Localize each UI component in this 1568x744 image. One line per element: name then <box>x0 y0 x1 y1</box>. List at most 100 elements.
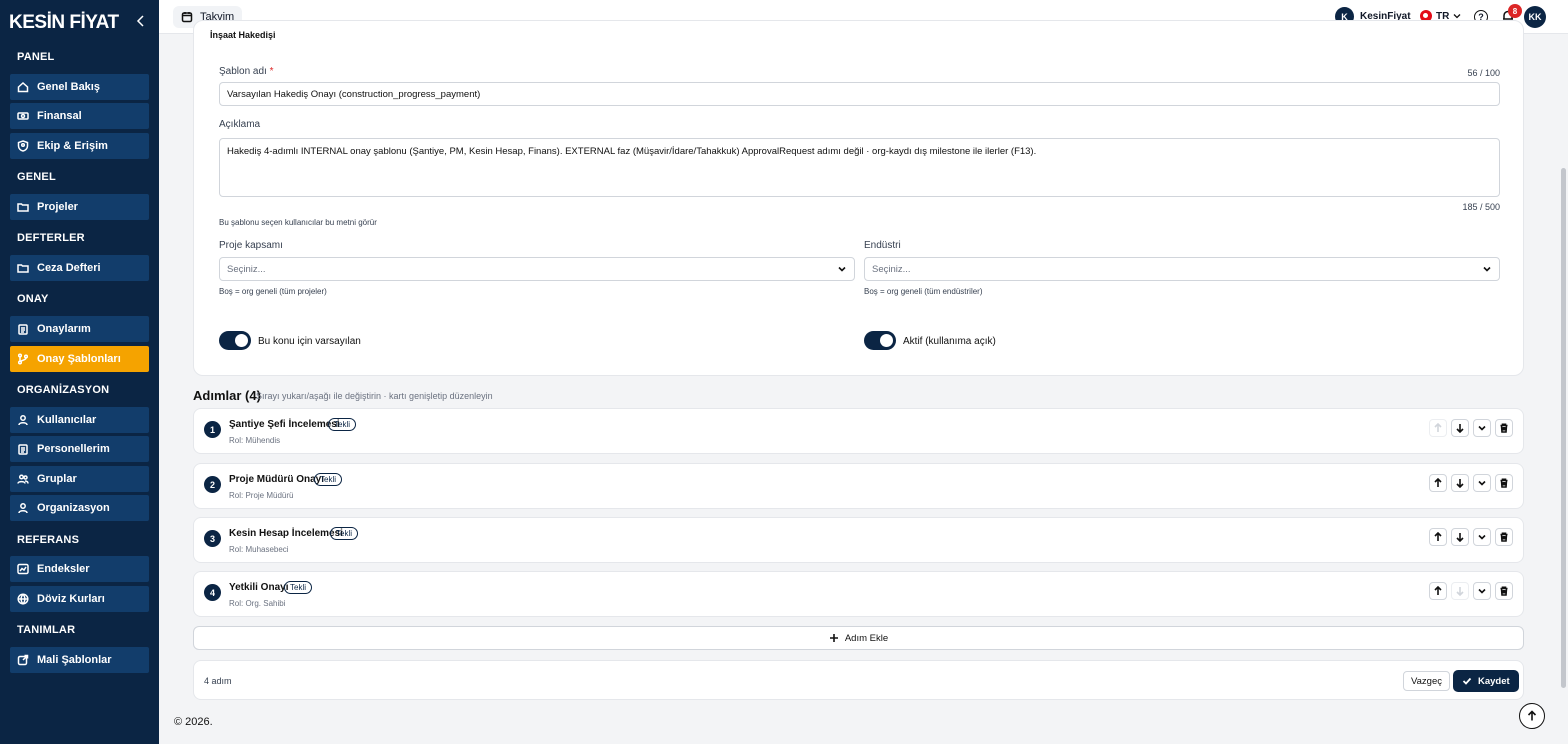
sidebar-item-mali-sablonlar[interactable]: Mali Şablonlar <box>10 647 149 673</box>
sidebar-item-organizasyon[interactable]: Organizasyon <box>10 495 149 521</box>
step-role: Rol: Muhasebeci <box>229 545 289 554</box>
sidebar-item-genel-bakis[interactable]: Genel Bakış <box>10 74 149 100</box>
step-card[interactable]: 2 Proje Müdürü Onayı Tekli Rol: Proje Mü… <box>193 463 1524 509</box>
move-down-button[interactable] <box>1451 528 1469 546</box>
steps-title: Adımlar (4) <box>193 388 261 403</box>
sidebar-item-label: Döviz Kurları <box>37 593 105 605</box>
industry-label: Endüstri <box>864 240 901 251</box>
sidebar-item-gruplar[interactable]: Gruplar <box>10 466 149 492</box>
move-up-button[interactable] <box>1429 582 1447 600</box>
sidebar-item-onay-sablonlari[interactable]: Onay Şablonları <box>10 346 149 372</box>
chevron-down-icon <box>1478 588 1486 594</box>
arrow-down-icon <box>1456 479 1464 488</box>
move-up-button[interactable] <box>1429 528 1447 546</box>
form-actions-bar: 4 adım Vazgeç Kaydet <box>193 660 1524 700</box>
user-icon <box>18 415 28 426</box>
trash-icon <box>1500 478 1508 488</box>
active-toggle[interactable] <box>864 331 896 350</box>
calendar-icon <box>181 12 193 23</box>
cancel-button[interactable]: Vazgeç <box>1403 671 1450 691</box>
expand-button[interactable] <box>1473 528 1491 546</box>
template-name-label: Şablon adı * <box>219 66 274 77</box>
sidebar-item-projeler[interactable]: Projeler <box>10 194 149 220</box>
user-avatar[interactable]: KK <box>1524 6 1546 28</box>
required-marker: * <box>269 66 274 77</box>
step-card[interactable]: 3 Kesin Hesap İncelemesi Tekli Rol: Muha… <box>193 517 1524 563</box>
description-textarea[interactable]: Hakediş 4-adımlı INTERNAL onay şablonu (… <box>219 138 1500 197</box>
chevron-down-icon <box>1453 14 1461 19</box>
delete-button[interactable] <box>1495 419 1513 437</box>
sidebar-item-ceza-defteri[interactable]: Ceza Defteri <box>10 255 149 281</box>
sidebar-item-ekip-erisim[interactable]: Ekip & Erişim <box>10 133 149 159</box>
branch-icon <box>17 353 29 365</box>
sidebar-item-label: Kullanıcılar <box>37 414 97 426</box>
section-defterler: DEFTERLER <box>17 232 85 244</box>
delete-button[interactable] <box>1495 528 1513 546</box>
expand-button[interactable] <box>1473 582 1491 600</box>
step-card[interactable]: 4 Yetkili Onayı Tekli Rol: Org. Sahibi <box>193 571 1524 617</box>
step-number: 2 <box>204 476 221 493</box>
step-type-badge: Tekli <box>330 527 359 540</box>
brand-logo[interactable]: KESİN FİYAT <box>9 12 119 34</box>
step-number: 4 <box>204 584 221 601</box>
description-label: Açıklama <box>219 119 261 130</box>
sidebar-item-endeksler[interactable]: Endeksler <box>10 556 149 582</box>
step-number: 1 <box>204 421 221 438</box>
plus-icon <box>829 634 838 642</box>
sidebar-item-personellerim[interactable]: Personellerim <box>10 436 149 462</box>
scroll-to-top-button[interactable] <box>1519 703 1545 729</box>
template-name-input[interactable]: Varsayılan Hakediş Onayı (construction_p… <box>219 82 1500 106</box>
move-up-button[interactable] <box>1429 419 1447 437</box>
sidebar-item-onaylarim[interactable]: Onaylarım <box>10 316 149 342</box>
trash-icon <box>1500 586 1508 596</box>
sidebar-item-label: Gruplar <box>37 473 77 485</box>
step-type-badge: Tekli <box>284 581 313 594</box>
arrow-up-icon <box>1527 710 1537 721</box>
delete-button[interactable] <box>1495 582 1513 600</box>
sidebar-item-label: Endeksler <box>37 563 90 575</box>
default-toggle-label: Bu konu için varsayılan <box>258 336 361 347</box>
trash-icon <box>1500 532 1508 542</box>
cash-icon <box>17 112 29 120</box>
project-scope-label: Proje kapsamı <box>219 240 283 251</box>
chevron-down-icon <box>1478 425 1486 431</box>
sidebar-item-label: Onaylarım <box>37 323 91 335</box>
sidebar-item-label: Ekip & Erişim <box>37 140 108 152</box>
clipboard-icon <box>18 324 28 335</box>
default-toggle[interactable] <box>219 331 251 350</box>
section-title: İnşaat Hakedişi <box>210 30 276 40</box>
folder-icon <box>17 264 29 273</box>
expand-button[interactable] <box>1473 419 1491 437</box>
sidebar-item-label: Ceza Defteri <box>37 262 101 274</box>
collapse-sidebar-button[interactable] <box>133 12 149 30</box>
chart-icon <box>17 563 29 575</box>
folder-icon <box>17 203 29 212</box>
save-button[interactable]: Kaydet <box>1453 670 1519 692</box>
industry-select[interactable]: Seçiniz... <box>864 257 1500 281</box>
step-card[interactable]: 1 Şantiye Şefi İncelemesi Tekli Rol: Müh… <box>193 408 1524 454</box>
move-down-button[interactable] <box>1451 419 1469 437</box>
expand-button[interactable] <box>1473 474 1491 492</box>
step-role: Rol: Proje Müdürü <box>229 491 294 500</box>
scrollbar-thumb[interactable] <box>1561 168 1566 688</box>
move-down-button[interactable] <box>1451 474 1469 492</box>
step-name: Proje Müdürü Onayı <box>229 474 325 485</box>
users-icon <box>17 474 29 484</box>
copyright: © 2026. <box>174 716 213 728</box>
active-toggle-label: Aktif (kullanıma açık) <box>903 336 996 347</box>
arrow-down-icon <box>1456 424 1464 433</box>
add-step-button[interactable]: Adım Ekle <box>193 626 1524 650</box>
sidebar-item-doviz-kurlari[interactable]: Döviz Kurları <box>10 586 149 612</box>
sidebar-item-label: Genel Bakış <box>37 81 100 93</box>
sidebar-item-finansal[interactable]: Finansal <box>10 103 149 129</box>
project-scope-select[interactable]: Seçiniz... <box>219 257 855 281</box>
template-name-counter: 56 / 100 <box>1467 68 1500 78</box>
step-role: Rol: Org. Sahibi <box>229 599 286 608</box>
step-type-badge: Tekli <box>314 473 343 486</box>
sidebar-item-kullanicilar[interactable]: Kullanıcılar <box>10 407 149 433</box>
move-up-button[interactable] <box>1429 474 1447 492</box>
industry-placeholder: Seçiniz... <box>872 263 911 275</box>
delete-button[interactable] <box>1495 474 1513 492</box>
globe-icon <box>17 593 29 605</box>
move-down-button[interactable] <box>1451 582 1469 600</box>
